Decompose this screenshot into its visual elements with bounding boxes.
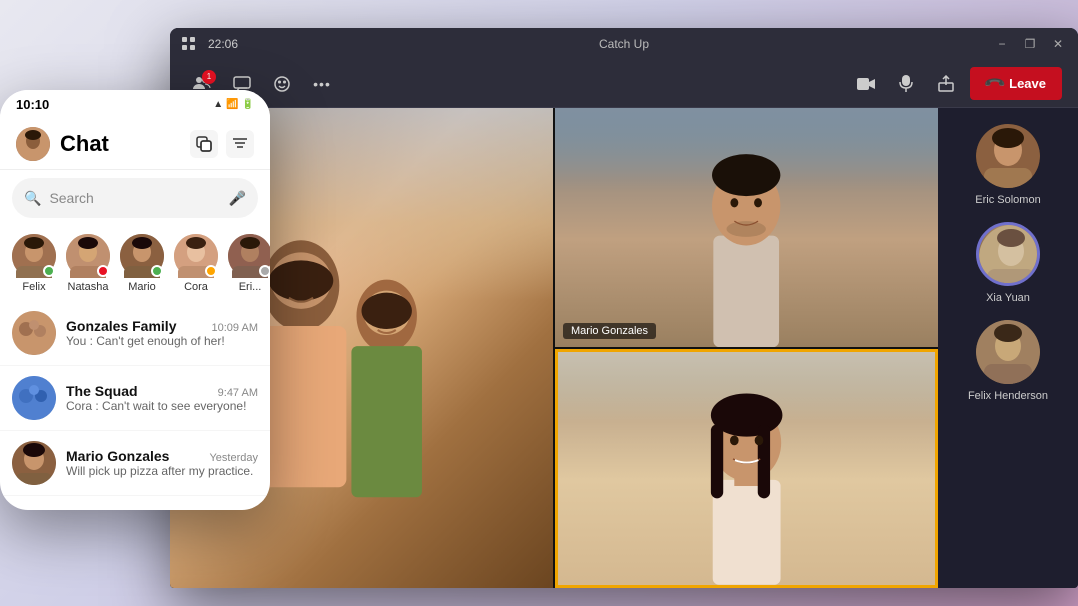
- contact-natasha[interactable]: Natasha: [66, 234, 110, 293]
- title-bar-left: 22:06: [182, 37, 238, 51]
- contact-avatar-natasha: [66, 234, 110, 278]
- participant-eric-name: Eric Solomon: [975, 194, 1040, 206]
- mario-name-tag: Mario Gonzales: [563, 323, 656, 339]
- phone-status-icons: ▲ 📶 🔋: [213, 99, 254, 110]
- chat-preview-gonzales: You : Can't get enough of her!: [66, 334, 258, 348]
- contact-eri[interactable]: Eri...: [228, 234, 270, 293]
- squad-preview-text: Can't wait to see everyone!: [102, 399, 246, 413]
- participants-sidebar: Eric Solomon Xia Yuan: [938, 108, 1078, 588]
- toolbar-right: 📞 Leave: [850, 67, 1062, 100]
- close-button[interactable]: ✕: [1050, 36, 1066, 52]
- gonzales-sender: You: [66, 334, 86, 348]
- teams-window: 22:06 Catch Up − ❐ ✕ 1: [170, 28, 1078, 588]
- participant-felix[interactable]: Felix Henderson: [946, 320, 1070, 402]
- chat-header-icons: [190, 130, 254, 158]
- title-bar: 22:06 Catch Up − ❐ ✕: [170, 28, 1078, 60]
- title-center: Catch Up: [599, 37, 649, 51]
- participant-xia-name: Xia Yuan: [986, 292, 1030, 304]
- chat-avatar-gonzales: [12, 311, 56, 355]
- participant-xia[interactable]: Xia Yuan: [946, 222, 1070, 304]
- contact-avatar-mario: [120, 234, 164, 278]
- chat-item-top-mario: Mario Gonzales Yesterday: [66, 448, 258, 464]
- gonzales-preview-text: Can't get enough of her!: [96, 334, 224, 348]
- participant-eric[interactable]: Eric Solomon: [946, 124, 1070, 206]
- chat-content-squad: The Squad 9:47 AM Cora : Can't wait to s…: [66, 383, 258, 413]
- contact-name-felix: Felix: [22, 281, 45, 293]
- chat-content-gonzales: Gonzales Family 10:09 AM You : Can't get…: [66, 318, 258, 348]
- contact-name-eri: Eri...: [239, 281, 262, 293]
- avatar-eric: [976, 124, 1040, 188]
- main-content: Mario Gonzales: [170, 108, 1078, 588]
- contacts-row: Felix Natasha: [0, 226, 270, 301]
- chat-name-mario: Mario Gonzales: [66, 448, 169, 464]
- avatar-felix: [976, 320, 1040, 384]
- contact-name-mario: Mario: [128, 281, 156, 293]
- compose-icon[interactable]: [190, 130, 218, 158]
- toolbar: 1 •••: [170, 60, 1078, 108]
- chat-preview-mario: Will pick up pizza after my practice.: [66, 464, 258, 478]
- squad-sender: Cora: [66, 399, 92, 413]
- chat-item-squad[interactable]: The Squad 9:47 AM Cora : Can't wait to s…: [0, 366, 270, 431]
- chat-title: Chat: [60, 131, 109, 157]
- chat-title-area: Chat: [16, 127, 109, 161]
- filter-icon[interactable]: [226, 130, 254, 158]
- chat-name-squad: The Squad: [66, 383, 138, 399]
- grid-icon[interactable]: [182, 37, 196, 51]
- chat-header: Chat: [0, 118, 270, 170]
- chat-preview-squad: Cora : Can't wait to see everyone!: [66, 399, 258, 413]
- mic-search-icon[interactable]: 🎤: [229, 190, 246, 207]
- chat-item-top-squad: The Squad 9:47 AM: [66, 383, 258, 399]
- video-tile-mario: Mario Gonzales: [555, 108, 938, 347]
- emoji-icon[interactable]: [266, 68, 298, 100]
- contact-avatar-cora: [174, 234, 218, 278]
- search-bar[interactable]: 🔍 Search 🎤: [12, 178, 258, 218]
- chat-avatar-squad: [12, 376, 56, 420]
- leave-button[interactable]: 📞 Leave: [970, 67, 1062, 100]
- contact-cora[interactable]: Cora: [174, 234, 218, 293]
- chat-time-mario: Yesterday: [209, 452, 258, 464]
- mario-preview-text: Will pick up pizza after my practice.: [66, 464, 253, 478]
- contact-avatar-felix: [12, 234, 56, 278]
- search-icon: 🔍: [24, 190, 41, 207]
- chat-list: Gonzales Family 10:09 AM You : Can't get…: [0, 301, 270, 510]
- leave-label: Leave: [1009, 76, 1046, 91]
- chat-name-gonzales: Gonzales Family: [66, 318, 176, 334]
- title-time: 22:06: [208, 37, 238, 51]
- chat-avatar-mario: [12, 441, 56, 485]
- contact-mario[interactable]: Mario: [120, 234, 164, 293]
- participant-felix-name: Felix Henderson: [968, 390, 1048, 402]
- window-title: Catch Up: [599, 37, 649, 51]
- minimize-button[interactable]: −: [994, 36, 1010, 52]
- more-options-icon[interactable]: •••: [306, 68, 338, 100]
- contact-name-cora: Cora: [184, 281, 208, 293]
- chat-item-gonzales[interactable]: Gonzales Family 10:09 AM You : Can't get…: [0, 301, 270, 366]
- signal-icon: 📶: [226, 99, 238, 110]
- chat-item-top-gonzales: Gonzales Family 10:09 AM: [66, 318, 258, 334]
- chat-avatar: [16, 127, 50, 161]
- chat-item-mario[interactable]: Mario Gonzales Yesterday Will pick up pi…: [0, 431, 270, 496]
- title-controls: − ❐ ✕: [994, 36, 1066, 52]
- contact-felix[interactable]: Felix: [12, 234, 56, 293]
- participants-badge: 1: [202, 70, 216, 84]
- search-placeholder: Search: [49, 190, 220, 206]
- restore-button[interactable]: ❐: [1022, 36, 1038, 52]
- video-area: Mario Gonzales: [170, 108, 938, 588]
- phone-status-bar: 10:10 ▲ 📶 🔋: [0, 90, 270, 118]
- avatar-xia: [976, 222, 1040, 286]
- contact-name-natasha: Natasha: [68, 281, 109, 293]
- wifi-icon: ▲: [213, 99, 223, 110]
- chat-time-squad: 9:47 AM: [218, 387, 258, 399]
- share-button[interactable]: [930, 68, 962, 100]
- battery-icon: 🔋: [242, 99, 254, 110]
- chat-content-mario: Mario Gonzales Yesterday Will pick up pi…: [66, 448, 258, 478]
- phone-end-icon: 📞: [982, 71, 1006, 95]
- more-label: •••: [313, 76, 331, 92]
- camera-button[interactable]: [850, 68, 882, 100]
- contact-avatar-eri: [228, 234, 270, 278]
- phone-overlay: 10:10 ▲ 📶 🔋 Chat: [0, 90, 270, 510]
- video-tile-woman: [555, 349, 938, 588]
- phone-time: 10:10: [16, 97, 49, 112]
- chat-time-gonzales: 10:09 AM: [212, 322, 258, 334]
- mic-button[interactable]: [890, 68, 922, 100]
